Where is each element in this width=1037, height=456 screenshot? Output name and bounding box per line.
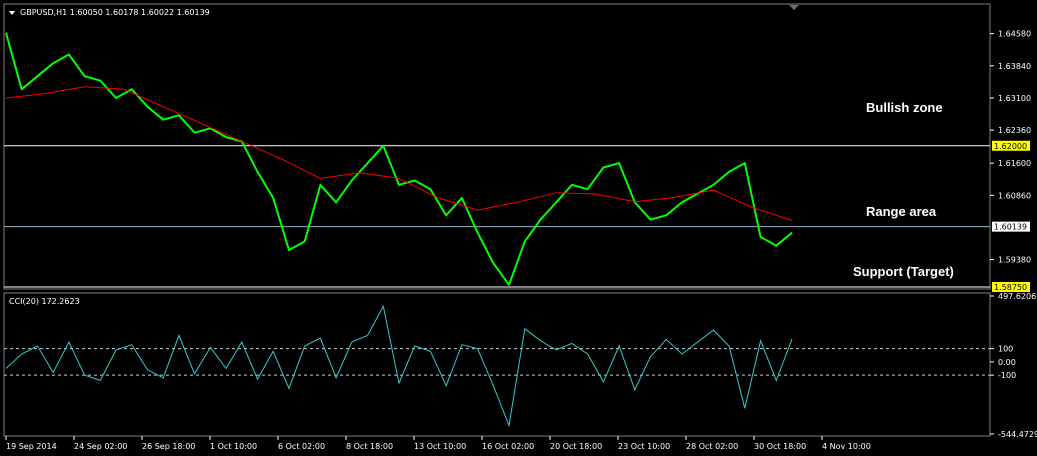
x-tick-label: 30 Oct 18:00 [754, 442, 806, 451]
level-badge-label: 1.62000 [994, 142, 1027, 151]
x-tick-label: 4 Nov 10:00 [822, 442, 871, 451]
x-tick-label: 6 Oct 02:00 [278, 442, 325, 451]
price-header: GBPUSD,H1 1.60050 1.60178 1.60022 1.6013… [20, 8, 210, 17]
x-tick-label: 24 Sep 02:00 [74, 442, 127, 451]
cci-tick-label: 497.6206 [998, 292, 1036, 301]
y-tick-label: 1.61600 [998, 159, 1031, 168]
level-badge-label: 1.58750 [994, 283, 1027, 292]
x-tick-label: 19 Sep 2014 [6, 442, 57, 451]
x-tick-label: 20 Oct 18:00 [550, 442, 602, 451]
x-tick-label: 26 Sep 18:00 [142, 442, 195, 451]
chart-background [0, 0, 1037, 456]
cci-header: CCI(20) 172.2623 [9, 297, 80, 306]
cci-tick-label: -544.4729 [998, 430, 1037, 439]
y-tick-label: 1.64580 [998, 30, 1031, 39]
y-tick-label: 1.63100 [998, 94, 1031, 103]
x-tick-label: 23 Oct 10:00 [618, 442, 670, 451]
y-tick-label: 1.63840 [998, 62, 1031, 71]
x-tick-label: 13 Oct 10:00 [414, 442, 466, 451]
y-tick-label: 1.62360 [998, 126, 1031, 135]
chart-canvas: 1.64580 1.63840 1.63100 1.62360 1.61600 1.608… [0, 0, 1037, 456]
cci-tick-label: 100 [998, 345, 1013, 354]
annotation-range-area: Range area [866, 204, 937, 219]
x-tick-label: 1 Oct 10:00 [210, 442, 257, 451]
cci-tick-label: 0.00 [998, 358, 1016, 367]
x-tick-label: 28 Oct 02:00 [686, 442, 738, 451]
annotation-support-target: Support (Target) [853, 264, 954, 279]
level-badge-label: 1.60139 [994, 223, 1027, 232]
y-tick-label: 1.59380 [998, 256, 1031, 265]
annotation-bullish-zone: Bullish zone [866, 100, 943, 115]
cci-tick-label: -100 [998, 371, 1016, 380]
x-tick-label: 8 Oct 18:00 [346, 442, 393, 451]
y-tick-label: 1.60860 [998, 191, 1031, 200]
x-tick-label: 16 Oct 02:00 [482, 442, 534, 451]
